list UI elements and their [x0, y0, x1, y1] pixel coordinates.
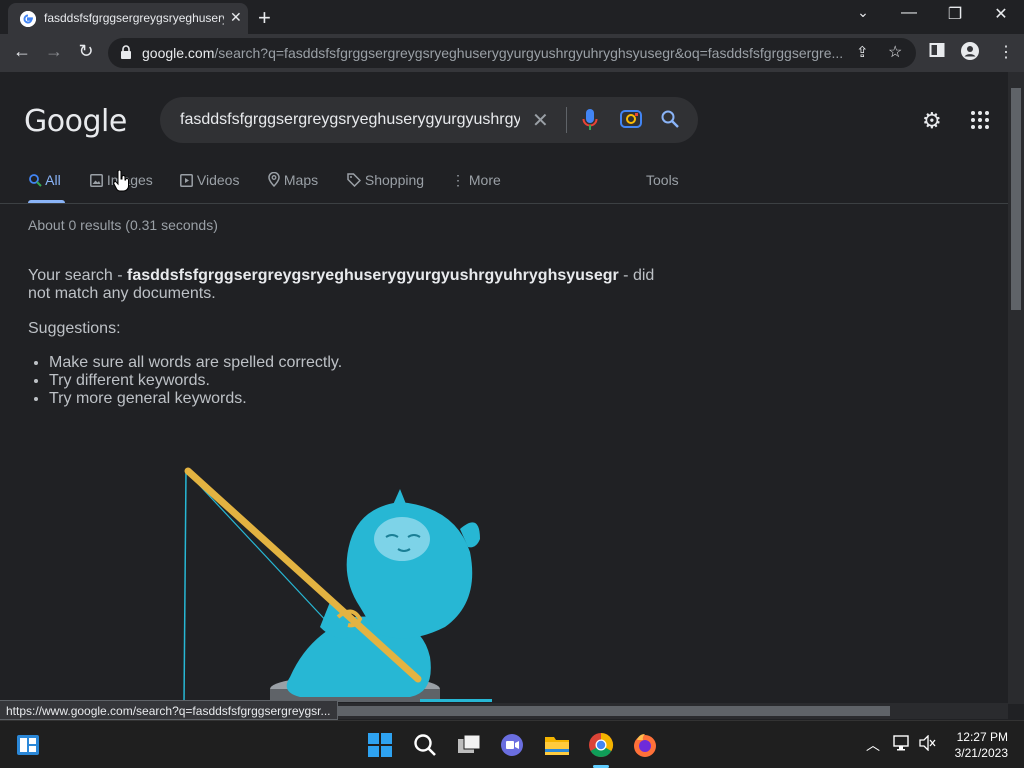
vertical-scrollbar[interactable]: [1008, 72, 1024, 704]
list-item: Make sure all words are spelled correctl…: [49, 354, 342, 372]
close-window-button[interactable]: ✕: [978, 4, 1024, 24]
tab-shopping-label: Shopping: [364, 172, 425, 188]
suggestions-list: Make sure all words are spelled correctl…: [49, 354, 342, 408]
fishing-monster-illustration: [183, 467, 492, 702]
search-results-page: Google ✕ ⚙ All Images: [0, 72, 1008, 702]
tab-all[interactable]: All: [28, 172, 61, 188]
share-icon[interactable]: ⇪: [856, 43, 869, 61]
windows-start-icon[interactable]: [366, 731, 394, 759]
tab-videos-label: Videos: [196, 172, 240, 188]
reload-icon[interactable]: ↻: [74, 41, 98, 62]
volume-muted-icon[interactable]: [919, 734, 937, 756]
tools-button[interactable]: Tools: [646, 172, 679, 188]
firefox-icon[interactable]: [631, 731, 659, 759]
tray-chevron-up-icon[interactable]: ︿: [866, 735, 880, 755]
list-item: Try different keywords.: [49, 372, 342, 390]
search-tabs: All Images Videos Maps Shopping ⋮ More T…: [0, 168, 1008, 204]
result-stats: About 0 results (0.31 seconds): [28, 217, 218, 233]
profile-icon[interactable]: [961, 42, 979, 65]
clock-time: 12:27 PM: [956, 730, 1008, 744]
google-favicon-icon: [20, 11, 36, 27]
apps-grid-icon[interactable]: [970, 110, 990, 135]
search-box: ✕: [160, 97, 698, 143]
no-results-prefix: Your search -: [28, 267, 128, 284]
tab-more-label: More: [468, 172, 501, 188]
tab-all-label: All: [45, 172, 61, 188]
tab-videos[interactable]: Videos: [180, 172, 239, 188]
tag-icon: [347, 173, 362, 188]
taskbar-search-icon[interactable]: [411, 731, 439, 759]
google-logo[interactable]: Google: [24, 104, 127, 139]
tab-maps-label: Maps: [283, 172, 319, 188]
network-icon[interactable]: [893, 735, 911, 756]
tab-strip: fasddsfsfgrggsergreygsryeghuserygyurgyus…: [0, 0, 1024, 34]
back-arrow-icon[interactable]: ←: [10, 41, 34, 62]
video-icon: [180, 174, 193, 187]
hand-cursor-icon: [113, 170, 129, 192]
address-bar[interactable]: google.com/search?q=fasddsfsfgrggsergrey…: [108, 38, 916, 68]
active-tab-indicator: [28, 200, 65, 203]
new-tab-button[interactable]: +: [258, 5, 271, 31]
tab-more[interactable]: ⋮ More: [451, 172, 501, 189]
system-clock[interactable]: 12:27 PM 3/21/2023: [946, 729, 1008, 761]
search-icon[interactable]: [660, 109, 680, 134]
vertical-scroll-thumb[interactable]: [1011, 88, 1021, 310]
widgets-icon[interactable]: [14, 731, 42, 759]
minimize-button[interactable]: —: [886, 4, 932, 22]
browser-tab[interactable]: fasddsfsfgrggsergreygsryeghuserygyurgyus…: [8, 3, 248, 34]
lock-icon[interactable]: [120, 45, 132, 64]
tab-shopping[interactable]: Shopping: [347, 172, 424, 188]
horizontal-scroll-thumb[interactable]: [338, 706, 890, 716]
url-text: google.com/search?q=fasddsfsfgrggsergrey…: [142, 45, 843, 61]
clock-date: 3/21/2023: [954, 746, 1008, 760]
teams-chat-icon[interactable]: [498, 731, 526, 759]
url-host: google.com: [142, 45, 215, 61]
list-item: Try more general keywords.: [49, 390, 342, 408]
settings-gear-icon[interactable]: ⚙: [922, 108, 942, 134]
more-dots-icon: ⋮: [451, 172, 465, 188]
restore-button[interactable]: ❐: [932, 4, 978, 24]
bookmark-star-icon[interactable]: ☆: [888, 42, 902, 62]
tab-maps[interactable]: Maps: [268, 171, 319, 188]
task-view-icon[interactable]: [455, 731, 483, 759]
link-status-bubble: https://www.google.com/search?q=fasddsfs…: [0, 700, 338, 720]
map-pin-icon: [268, 171, 280, 188]
search-icon: [29, 174, 42, 187]
windows-taskbar: ︿ 12:27 PM 3/21/2023: [0, 720, 1024, 768]
horizontal-scrollbar[interactable]: [338, 703, 1008, 719]
voice-search-icon[interactable]: [582, 108, 598, 137]
no-results-query: fasddsfsfgrggsergreygsryeghuserygyurgyus…: [127, 267, 619, 284]
suggestions-title: Suggestions:: [28, 320, 121, 337]
lens-camera-icon[interactable]: [620, 109, 642, 134]
search-divider: [566, 107, 567, 133]
search-input[interactable]: [180, 109, 520, 131]
tab-close-icon[interactable]: ✕: [230, 9, 242, 26]
side-panel-icon[interactable]: [929, 42, 945, 63]
image-icon: [90, 174, 103, 187]
no-results-message: Your search - fasddsfsfgrggsergreygsryeg…: [28, 267, 668, 303]
file-explorer-icon[interactable]: [543, 731, 571, 759]
browser-toolbar: ← → ↻ google.com/search?q=fasddsfsfgrggs…: [0, 34, 1024, 72]
forward-arrow-icon[interactable]: →: [42, 41, 66, 62]
tab-title: fasddsfsfgrggsergreygsryeghuserygyurgyus…: [44, 11, 224, 25]
url-path: /search?q=fasddsfsfgrggsergreygsryeghuse…: [214, 45, 844, 61]
clear-search-icon[interactable]: ✕: [532, 108, 549, 133]
chrome-icon[interactable]: [587, 731, 615, 759]
menu-kebab-icon[interactable]: ⋮: [998, 42, 1014, 62]
tab-search-chevron-icon[interactable]: ⌄: [840, 4, 886, 21]
